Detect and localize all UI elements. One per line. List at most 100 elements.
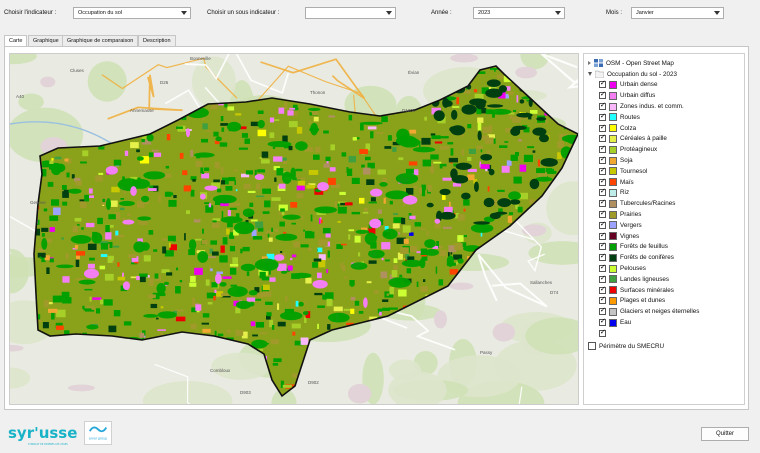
month-select[interactable]: Janvier xyxy=(631,7,724,19)
chevron-down-icon[interactable] xyxy=(588,72,592,77)
legend-item[interactable]: Vignes xyxy=(588,231,740,242)
legend-item-checkbox[interactable] xyxy=(599,306,606,316)
perimeter-checkbox[interactable] xyxy=(588,342,596,351)
legend-item-checkbox[interactable] xyxy=(599,155,606,165)
legend-item[interactable]: Tournesol xyxy=(588,166,740,177)
legend-item[interactable]: Forêts de feuillus xyxy=(588,241,740,253)
legend-item-checkbox[interactable] xyxy=(599,101,606,111)
legend-item-label: Forêts de feuillus xyxy=(620,243,668,251)
legend-item-checkbox[interactable] xyxy=(599,123,606,132)
legend-color-swatch xyxy=(609,188,617,197)
legend-item-label: Glaciers et neiges éternelles xyxy=(620,308,700,316)
legend-color-swatch xyxy=(609,91,617,100)
legend-color-swatch xyxy=(609,253,617,262)
legend-item-checkbox[interactable] xyxy=(599,198,606,208)
legend-item-label: Vignes xyxy=(620,232,640,240)
legend-perimeter-row[interactable]: Périmètre du SMECRU xyxy=(588,341,740,352)
legend-color-swatch xyxy=(609,286,617,295)
legend-item-checkbox[interactable] xyxy=(599,112,606,121)
legend-item-checkbox[interactable] xyxy=(599,241,606,251)
map-place-label: D1205 xyxy=(402,108,416,113)
syrusses-logo: syr'usses SYNDICAT DE RIVIÈRES LES USSES xyxy=(8,424,78,446)
legend-item-label: Forêts de conifères xyxy=(620,254,674,262)
map-place-label: Annemasse xyxy=(130,108,154,113)
map-view[interactable]: A40 Cluses Bonneville Annemasse Thonon Évian G… xyxy=(9,53,579,405)
legend-color-swatch xyxy=(609,296,617,305)
legend-item-checkbox[interactable] xyxy=(599,79,606,89)
indicator-select[interactable]: Occupation du sol xyxy=(73,7,191,19)
legend-item[interactable]: Forêts de conifères xyxy=(588,252,740,263)
legend-color-swatch xyxy=(609,134,617,143)
syrusses-logo-subtext: SYNDICAT DE RIVIÈRES LES USSES xyxy=(28,443,68,446)
legend-item-label: Protéagineux xyxy=(620,146,658,154)
legend-item-checkbox[interactable] xyxy=(599,90,606,100)
legend-item-checkbox[interactable] xyxy=(599,209,606,219)
year-select-value: 2023 xyxy=(478,10,491,16)
legend-item-checkbox[interactable] xyxy=(599,317,606,327)
grid-layer-icon xyxy=(594,59,603,68)
map-place-label: Évian xyxy=(408,69,420,75)
legend-perimeter-label: Périmètre du SMECRU xyxy=(599,342,665,350)
map-place-label: D26 xyxy=(160,80,169,85)
legend-item[interactable]: Vergers xyxy=(588,220,740,231)
legend-item[interactable]: Colza xyxy=(588,123,740,134)
tab-graphique-comparaison[interactable]: Graphique de comparaison xyxy=(62,35,139,46)
legend-item-checkbox[interactable] xyxy=(599,144,606,154)
legend-item-checkbox[interactable] xyxy=(599,220,606,229)
legend-item[interactable]: Zones indus. et comm. xyxy=(588,101,740,112)
legend-item[interactable]: Pelouses xyxy=(588,263,740,274)
legend-item[interactable]: Protéagineux xyxy=(588,144,740,155)
legend-color-swatch xyxy=(609,232,617,241)
legend-item[interactable]: Céréales à paille xyxy=(588,133,740,145)
legend-item[interactable]: Plages et dunes xyxy=(588,295,740,307)
year-label: Année : xyxy=(431,10,452,16)
legend-item[interactable]: Landes ligneuses xyxy=(588,274,740,285)
chevron-right-icon[interactable] xyxy=(588,61,591,66)
legend-item[interactable]: Soja xyxy=(588,155,740,166)
legend-item-checkbox[interactable] xyxy=(599,231,606,240)
legend-item[interactable]: Eau xyxy=(588,317,740,328)
legend-item[interactable]: Prairies xyxy=(588,209,740,220)
tab-description[interactable]: Description xyxy=(138,35,176,46)
legend-color-swatch xyxy=(609,102,617,111)
legend-item[interactable]: Maïs xyxy=(588,177,740,188)
legend-item[interactable]: Routes xyxy=(588,112,740,123)
land-use-map[interactable]: A40 Cluses Bonneville Annemasse Thonon Évian G… xyxy=(10,54,579,405)
legend-item-label: Tubercules/Racines xyxy=(620,200,676,208)
map-place-label: D903 xyxy=(240,390,251,395)
legend-color-swatch xyxy=(609,275,617,284)
legend-item-checkbox[interactable] xyxy=(599,187,606,197)
legend-item-checkbox[interactable] xyxy=(599,166,606,175)
year-select[interactable]: 2023 xyxy=(473,7,565,19)
syrusses-logo-text: syr'usses xyxy=(8,424,78,442)
quit-button[interactable]: Quitter xyxy=(701,427,749,441)
chevron-down-icon xyxy=(386,11,392,15)
legend-color-swatch xyxy=(609,124,617,133)
legend-item[interactable]: Riz xyxy=(588,187,740,199)
month-select-value: Janvier xyxy=(636,10,654,16)
map-place-label: Sallanches xyxy=(530,280,553,285)
legend-item-checkbox[interactable] xyxy=(599,252,606,262)
legend-item[interactable]: Tubercules/Racines xyxy=(588,198,740,209)
legend-item[interactable]: Urbain dense xyxy=(588,79,740,91)
subindicator-select[interactable] xyxy=(305,7,396,19)
legend-group-row[interactable]: Occupation du sol - 2023 xyxy=(588,69,740,80)
tab-graphique[interactable]: Graphique xyxy=(28,35,64,46)
legend-item-checkbox[interactable] xyxy=(599,295,606,305)
legend-item-label: Tournesol xyxy=(620,167,648,175)
legend-item-label: Surfaces minérales xyxy=(620,286,674,294)
legend-color-swatch xyxy=(609,221,617,230)
legend-color-swatch xyxy=(609,80,617,89)
legend-item[interactable]: Urbain diffus xyxy=(588,90,740,101)
legend-item-checkbox[interactable] xyxy=(599,177,606,186)
legend-item-checkbox[interactable] xyxy=(599,263,606,273)
legend-item[interactable]: Surfaces minérales xyxy=(588,285,740,296)
map-place-label: Genève xyxy=(30,200,46,205)
legend-item-checkbox[interactable] xyxy=(599,285,606,294)
legend-blank-checkbox[interactable] xyxy=(599,328,606,337)
legend-item[interactable]: Glaciers et neiges éternelles xyxy=(588,306,740,317)
legend-basemap-row[interactable]: OSM - Open Street Map xyxy=(588,58,740,69)
legend-item-label: Eau xyxy=(620,319,632,327)
legend-item-checkbox[interactable] xyxy=(599,274,606,283)
legend-item-checkbox[interactable] xyxy=(599,133,606,143)
